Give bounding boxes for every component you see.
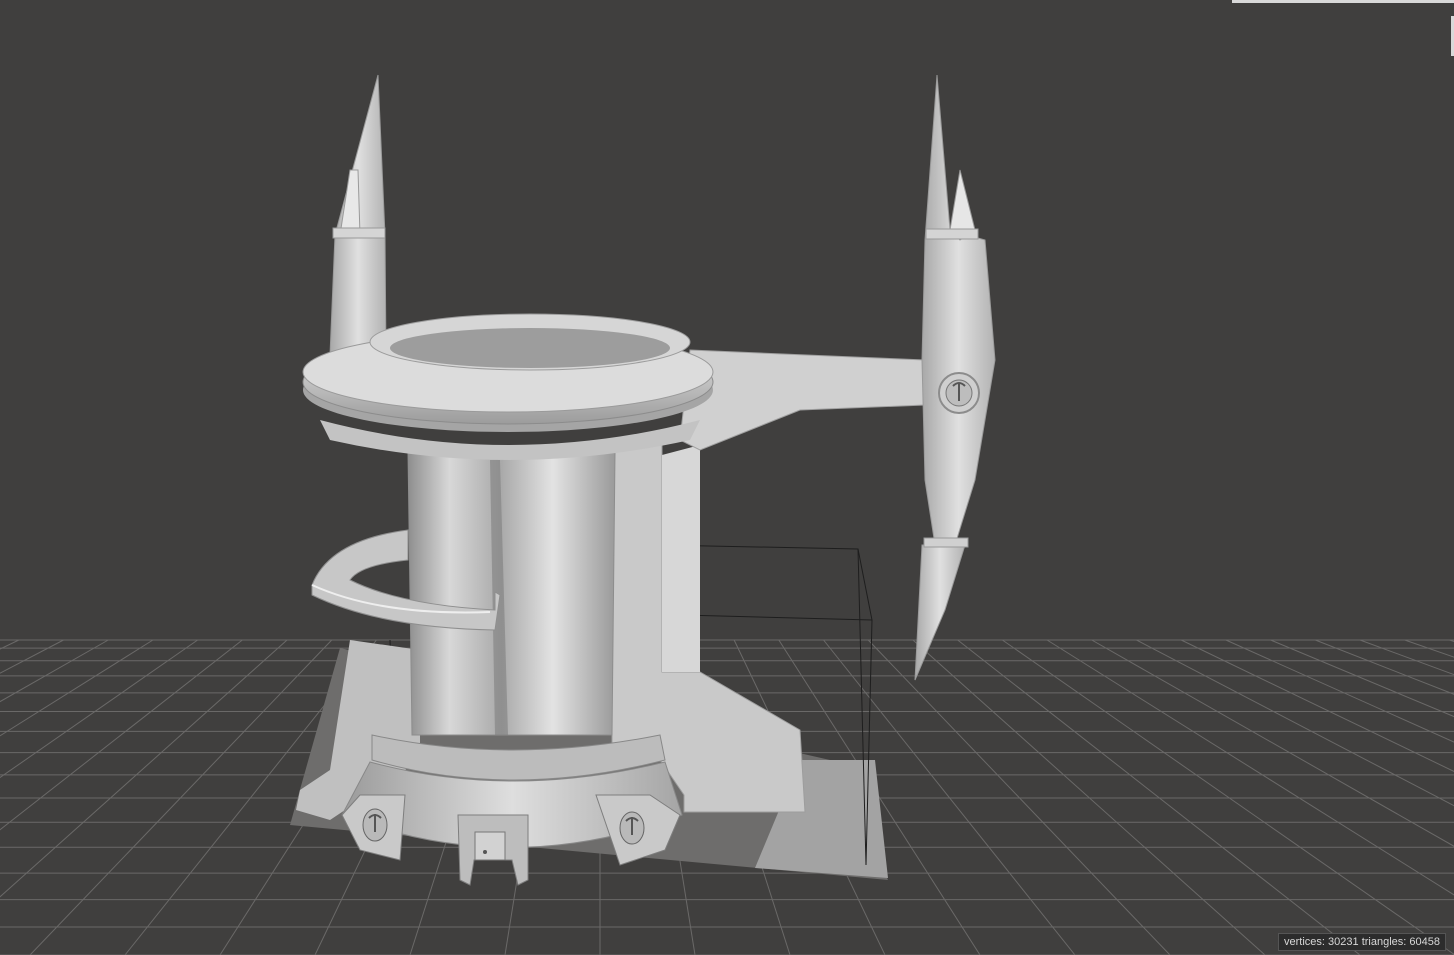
grid-line [957, 639, 1361, 955]
grid-line [0, 639, 20, 650]
right-arm [679, 349, 926, 451]
grid-line [1091, 639, 1454, 847]
vertices-count: 30231 [1328, 936, 1359, 948]
grid-line [0, 639, 198, 779]
grid-line [912, 639, 1266, 955]
grid-line [1225, 639, 1454, 743]
grid-line [867, 639, 1171, 955]
triangles-label: triangles: [1361, 936, 1407, 948]
grid-line [1136, 639, 1454, 807]
central-column [407, 451, 616, 736]
mesh-stats-readout: vertices: 30231 triangles: 60458 [1278, 933, 1446, 951]
grid-line [0, 639, 243, 831]
grid-line [0, 639, 109, 703]
grid-line [29, 639, 333, 955]
grid-line [1002, 639, 1454, 955]
tower-base [341, 734, 683, 886]
grid-line [0, 639, 288, 898]
grid-line [1404, 639, 1454, 658]
vertices-label: vertices: [1284, 936, 1325, 948]
scene-canvas[interactable] [0, 0, 1454, 955]
grid-line [1180, 639, 1454, 772]
right-spire [914, 74, 996, 681]
grid-line [0, 639, 64, 674]
grid-line [1046, 639, 1454, 896]
3d-viewport[interactable]: vertices: 30231 triangles: 60458 [0, 0, 1454, 955]
grid-line [1359, 639, 1454, 676]
left-spire [329, 74, 387, 356]
triangles-count: 60458 [1409, 936, 1440, 948]
grid-line [1449, 639, 1454, 643]
